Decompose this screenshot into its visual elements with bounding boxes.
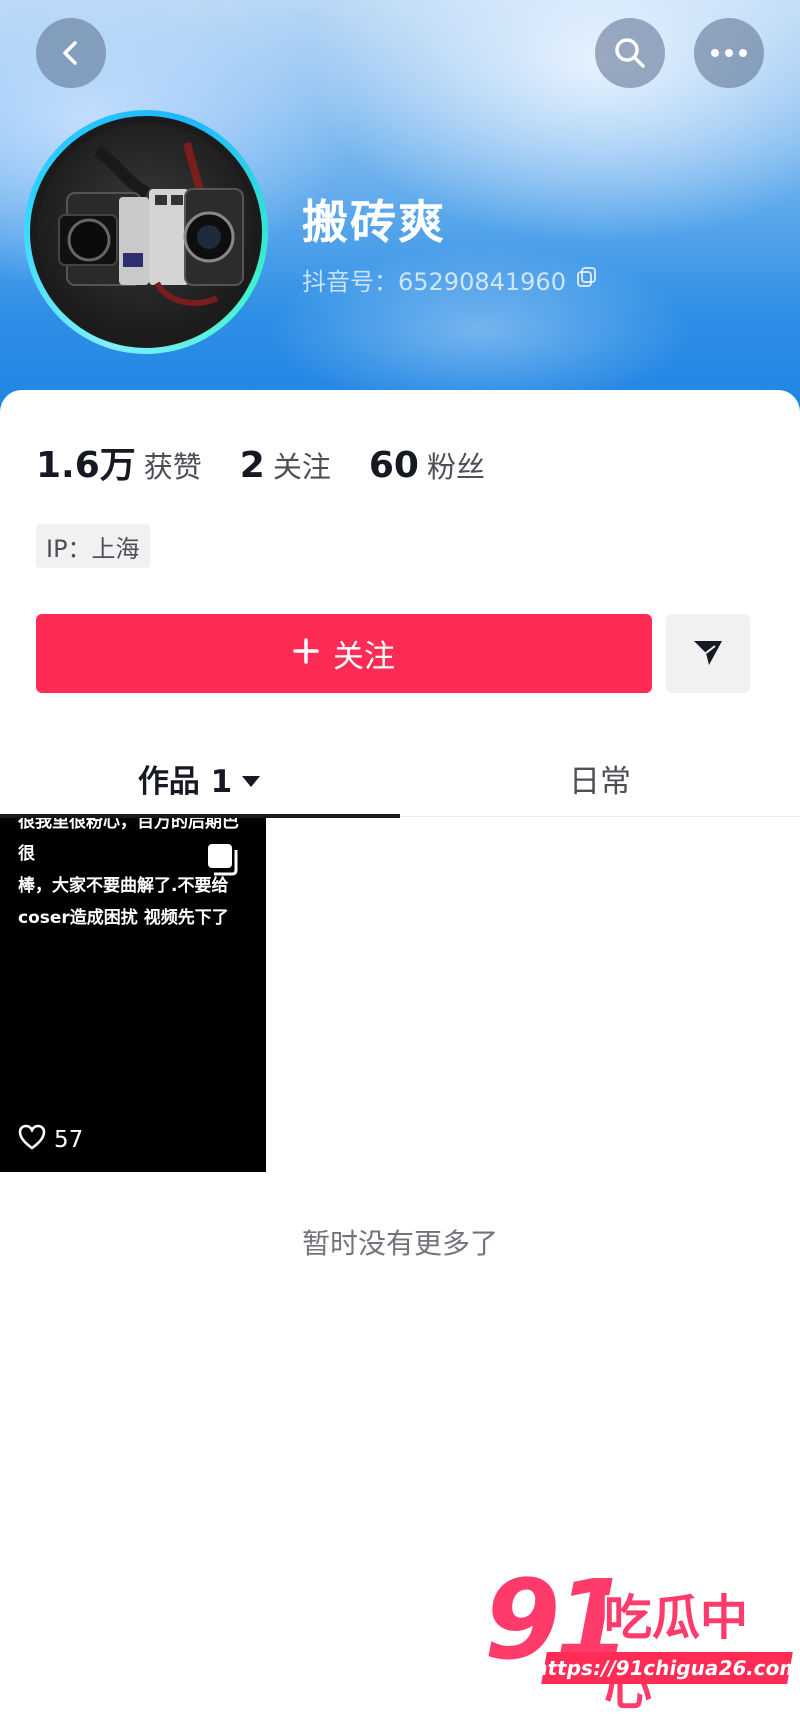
heart-icon [18, 1124, 46, 1156]
ip-location-tag: IP：上海 [36, 524, 150, 568]
follow-label: 关注 [333, 639, 395, 675]
stat-likes[interactable]: 1.6万 获赞 [36, 436, 202, 488]
site-watermark: 91 吃瓜中心 https://91chigua26.com [484, 1556, 800, 1716]
video-likes-count: 57 [54, 1127, 84, 1153]
stats-row: 1.6万 获赞 2 关注 60 粉丝 [36, 436, 523, 488]
video-likes: 57 [18, 1124, 83, 1156]
tab-daily[interactable]: 日常 [400, 740, 800, 816]
more-button[interactable] [694, 18, 764, 88]
stat-following[interactable]: 2 关注 [240, 444, 331, 486]
watermark-url: https://91chigua26.com [531, 1652, 800, 1684]
watermark-text: 吃瓜中心 [604, 1590, 749, 1716]
douyin-id[interactable]: 抖音号：65290841960 [302, 262, 598, 297]
stat-followers[interactable]: 60 粉丝 [369, 444, 485, 486]
tab-works[interactable]: 作品 1 [0, 740, 400, 816]
follow-button[interactable]: 关注 [36, 614, 652, 693]
stat-likes-label: 获赞 [143, 450, 202, 484]
stat-followers-label: 粉丝 [426, 450, 485, 484]
video-thumbnail[interactable]: 很我里很粉心，百万的后期巴很 棒，大家不要曲解了.不要给 coser造成困扰 视… [0, 818, 266, 1172]
copy-icon[interactable] [576, 266, 598, 294]
avatar-ring[interactable] [24, 110, 268, 354]
share-button[interactable] [666, 614, 750, 693]
multi-image-icon [206, 842, 240, 880]
stat-likes-value: 1.6万 [36, 445, 136, 486]
camera-photo [58, 142, 244, 306]
avatar [37, 123, 255, 341]
dropdown-arrow-icon [240, 760, 262, 796]
plus-icon [293, 636, 319, 672]
tab-works-label: 作品 1 [137, 763, 233, 800]
no-more-content-text: 暂时没有更多了 [301, 1227, 498, 1260]
stat-following-value: 2 [239, 445, 265, 486]
back-icon [56, 38, 86, 68]
search-icon [613, 36, 647, 70]
more-icon [710, 48, 748, 58]
stat-followers-value: 60 [368, 445, 419, 486]
douyin-id-text: 抖音号：65290841960 [302, 268, 566, 296]
avatar-border [30, 116, 262, 348]
content-tabs: 作品 1 日常 [0, 740, 800, 818]
video-caption-line: coser造成困扰 视频先下了 [18, 908, 229, 928]
share-icon [691, 637, 725, 671]
search-button[interactable] [595, 18, 665, 88]
back-button[interactable] [36, 18, 106, 88]
username: 搬砖爽 [302, 195, 446, 249]
stat-following-label: 关注 [272, 450, 331, 484]
